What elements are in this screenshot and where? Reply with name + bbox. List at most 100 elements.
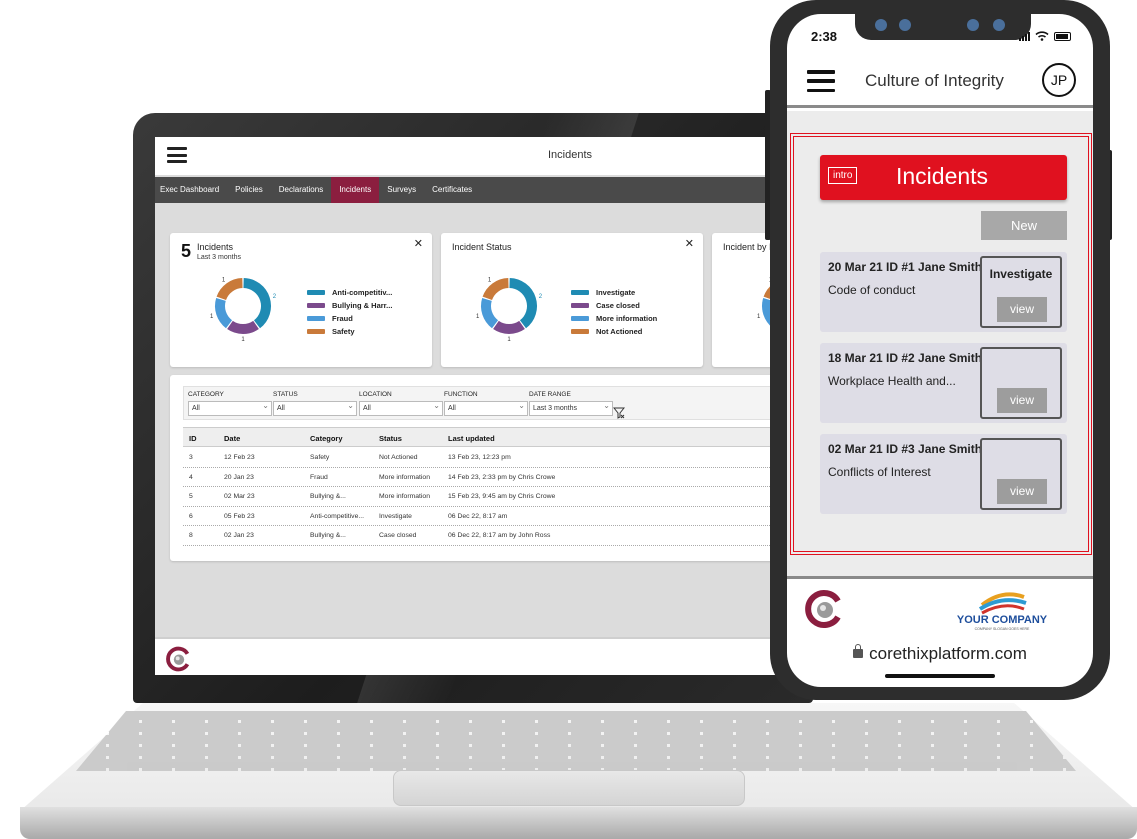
menu-icon[interactable] [807, 70, 835, 92]
filter-label: STATUS [273, 391, 298, 398]
legend-swatch [307, 303, 325, 308]
page-title: Incidents [547, 149, 593, 161]
filter-status: STATUS All [273, 391, 357, 416]
table-row[interactable]: 5 02 Mar 23 Bullying &... More informati… [183, 487, 795, 507]
legend-label: Investigate [596, 288, 636, 297]
table-row[interactable]: 4 20 Jan 23 Fraud More information 14 Fe… [183, 468, 795, 487]
filter-label: LOCATION [359, 391, 392, 398]
donut-label: 1 [222, 277, 226, 283]
function-select[interactable]: All [444, 399, 528, 416]
incident-item[interactable]: 02 Mar 21 ID #3 Jane Smith Conflicts of … [820, 434, 1067, 514]
tab-exec-dashboard[interactable]: Exec Dashboard [155, 177, 227, 203]
view-button[interactable]: view [997, 479, 1047, 504]
cell-category: Anti-competitive... [310, 512, 365, 520]
legend-item: Not Actioned [571, 325, 657, 338]
sensor-icon [967, 19, 979, 31]
incidents-panel: intro Incidents New 20 Mar 21 ID #1 Jane… [793, 136, 1089, 552]
column-header-category[interactable]: Category [310, 434, 343, 443]
signal-icon [1019, 31, 1030, 41]
incident-status-card: Incident Status ✕ 2 1 1 1 Investigate Case … [441, 233, 703, 367]
donut-label: 2 [273, 294, 277, 300]
tab-policies[interactable]: Policies [227, 177, 271, 203]
legend-label: Anti-competitiv... [332, 288, 393, 297]
cell-date: 20 Jan 23 [224, 473, 254, 481]
legend-item: Case closed [571, 299, 657, 312]
avatar[interactable]: JP [1042, 63, 1076, 97]
highlight-frame: intro Incidents New 20 Mar 21 ID #1 Jane… [790, 133, 1092, 555]
filter-label: FUNCTION [444, 391, 478, 398]
cell-category: Bullying &... [310, 532, 346, 539]
incidents-summary-card: 5 Incidents Last 3 months ✕ 2 1 1 1 Anti-co… [170, 233, 432, 367]
column-header-last-updated[interactable]: Last updated [448, 434, 495, 443]
legend-label: Safety [332, 327, 355, 336]
deck-edge [20, 807, 1137, 839]
cell-id: 3 [189, 454, 193, 461]
date-range-select[interactable]: Last 3 months [529, 399, 613, 416]
phone-content: intro Incidents New 20 Mar 21 ID #1 Jane… [787, 111, 1093, 577]
tab-certificates[interactable]: Certificates [424, 177, 480, 203]
close-icon[interactable]: ✕ [414, 237, 423, 250]
close-icon[interactable]: ✕ [685, 237, 694, 250]
incident-status-box: view [980, 347, 1062, 419]
company-tagline: COMPANY SLOGAN GOES HERE [975, 627, 1030, 631]
filter-location: LOCATION All [359, 391, 443, 416]
donut-slice [509, 278, 537, 329]
incident-title: 18 Mar 21 ID #2 Jane Smith [828, 351, 983, 365]
view-button[interactable]: view [997, 297, 1047, 322]
card-title: Incidents [197, 242, 234, 252]
phone-notch [855, 14, 1031, 40]
wifi-icon [1035, 31, 1049, 41]
corethix-logo [805, 590, 841, 628]
column-header-status[interactable]: Status [379, 434, 402, 443]
incident-title: 02 Mar 21 ID #3 Jane Smith [828, 442, 983, 456]
incident-count: 5 [181, 241, 192, 261]
battery-icon [1054, 31, 1071, 41]
incident-item[interactable]: 18 Mar 21 ID #2 Jane Smith Workplace Hea… [820, 343, 1067, 423]
url-bar[interactable]: corethixplatform.com [787, 644, 1093, 664]
column-header-id[interactable]: ID [189, 434, 197, 443]
legend-item: Anti-competitiv... [307, 286, 392, 299]
filter-date-range: DATE RANGE Last 3 months [529, 391, 613, 416]
legend-swatch [307, 290, 325, 295]
app-header: Incidents [155, 137, 795, 175]
incident-item[interactable]: 20 Mar 21 ID #1 Jane Smith Code of condu… [820, 252, 1067, 332]
app-footer [155, 637, 795, 675]
keyboard-keys [76, 711, 1076, 771]
legend-swatch [307, 316, 325, 321]
cell-id: 6 [189, 512, 193, 520]
new-incident-button[interactable]: New [981, 211, 1067, 240]
cell-date: 12 Feb 23 [224, 454, 255, 461]
donut-label: 1 [507, 337, 511, 341]
legend: Investigate Case closed More information… [571, 286, 657, 338]
cell-id: 8 [189, 532, 193, 539]
url-text: corethixplatform.com [869, 644, 1027, 663]
filter-label: DATE RANGE [529, 391, 571, 398]
table-row[interactable]: 3 12 Feb 23 Safety Not Actioned 13 Feb 2… [183, 448, 795, 468]
legend-label: Not Actioned [596, 327, 643, 336]
filter-clear-icon[interactable] [613, 407, 625, 419]
incident-description: Workplace Health and... [828, 374, 956, 388]
cell-id: 4 [189, 473, 193, 481]
table-row[interactable]: 8 02 Jan 23 Bullying &... Case closed 06… [183, 526, 795, 546]
home-indicator[interactable] [885, 674, 995, 678]
intro-button[interactable]: intro [828, 167, 858, 184]
tab-declarations[interactable]: Declarations [271, 177, 331, 203]
location-select[interactable]: All [359, 399, 443, 416]
cell-status: Not Actioned [379, 454, 418, 461]
tab-surveys[interactable]: Surveys [379, 177, 424, 203]
status-select[interactable]: All [273, 399, 357, 416]
cell-date: 02 Mar 23 [224, 493, 255, 500]
category-select[interactable]: All [188, 399, 272, 416]
card-subtitle: Last 3 months [197, 254, 241, 261]
tab-incidents[interactable]: Incidents [331, 177, 380, 203]
incident-status: Investigate [989, 267, 1053, 281]
table-row[interactable]: 6 05 Feb 23 Anti-competitive... Investig… [183, 507, 795, 526]
column-header-date[interactable]: Date [224, 434, 240, 443]
cell-date: 02 Jan 23 [224, 532, 254, 539]
legend-label: Bullying & Harr... [332, 301, 393, 310]
incidents-banner[interactable]: intro Incidents [820, 155, 1067, 200]
donut-slice [243, 278, 271, 329]
device-mockup: Incidents Exec Dashboard Policies Declar… [0, 0, 1137, 839]
legend-swatch [571, 329, 589, 334]
view-button[interactable]: view [997, 388, 1047, 413]
